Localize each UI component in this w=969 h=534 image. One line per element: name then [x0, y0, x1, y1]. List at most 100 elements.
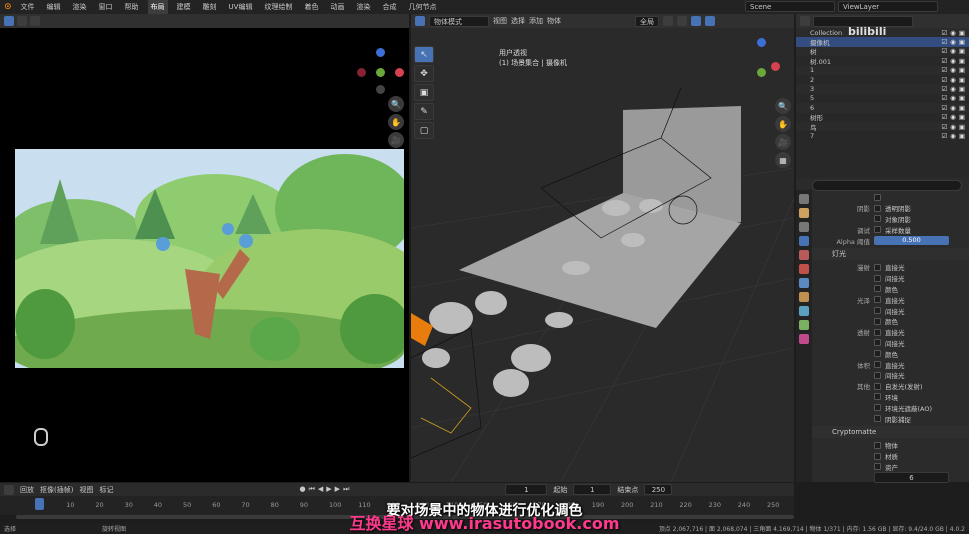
axis-x-gizmo[interactable]	[395, 68, 404, 77]
visibility-toggles[interactable]: ☑ ◉ ▣	[941, 85, 965, 93]
property-checkbox[interactable]	[874, 393, 881, 401]
tab-animation[interactable]: 动画	[327, 0, 347, 14]
property-checkbox[interactable]	[874, 441, 881, 449]
tab-sculpting[interactable]: 雕刻	[200, 0, 220, 14]
3d-viewport[interactable]: 用户透视 (1) 场景集合 | 摄像机 🔍 ✋ 🎥 ▦	[411, 28, 794, 482]
outliner-row[interactable]: 7 ☑ ◉ ▣	[796, 131, 969, 140]
visibility-toggles[interactable]: ☑ ◉ ▣	[941, 94, 965, 102]
checkbox-icon[interactable]: ☑	[941, 94, 947, 102]
axis-y-gizmo[interactable]	[376, 68, 385, 77]
zoom-icon-right[interactable]: 🔍	[775, 98, 791, 114]
property-checkbox[interactable]	[874, 204, 881, 212]
visibility-toggles[interactable]: ☑ ◉ ▣	[941, 29, 965, 37]
viewlayer-field[interactable]: ViewLayer	[838, 1, 938, 12]
property-checkbox[interactable]	[874, 215, 881, 223]
outliner-row[interactable]: 树形 ☑ ◉ ▣	[796, 113, 969, 122]
checkbox-icon[interactable]: ☑	[941, 123, 947, 131]
add-cube-tool-icon[interactable]: ▢	[414, 122, 434, 139]
menu-edit[interactable]: 编辑	[44, 0, 64, 14]
tool-tab-icon[interactable]	[799, 194, 809, 204]
menu-help[interactable]: 帮助	[122, 0, 142, 14]
property-checkbox[interactable]	[874, 361, 881, 369]
menu-render[interactable]: 渲染	[70, 0, 90, 14]
visibility-toggles[interactable]: ☑ ◉ ▣	[941, 66, 965, 74]
tab-layout[interactable]: 布局	[147, 0, 168, 14]
checkbox-icon[interactable]: ☑	[941, 66, 947, 74]
property-checkbox[interactable]	[874, 193, 881, 201]
checkbox-icon[interactable]: ☑	[941, 85, 947, 93]
move-tool-icon[interactable]: ✥	[414, 65, 434, 82]
camera-render-icon[interactable]: ▣	[959, 104, 965, 112]
scene-field[interactable]: Scene	[745, 1, 835, 12]
eye-icon[interactable]: ◉	[950, 113, 956, 121]
outliner-row[interactable]: 树 ☑ ◉ ▣	[796, 46, 969, 56]
property-checkbox[interactable]	[874, 339, 881, 347]
overlay-icon[interactable]	[691, 16, 701, 26]
timeline-menu-playback[interactable]: 回放	[20, 485, 34, 495]
camera-render-icon[interactable]: ▣	[959, 132, 965, 140]
timeline-menu-marker[interactable]: 标记	[99, 485, 113, 495]
visibility-toggles[interactable]: ☑ ◉ ▣	[941, 76, 965, 84]
transform-orientation-dropdown[interactable]: 全局	[635, 15, 659, 27]
camera-view-icon-right[interactable]: 🎥	[775, 134, 791, 150]
shading-solid-icon[interactable]	[705, 16, 715, 26]
jump-end-icon[interactable]: ⏭	[343, 485, 349, 494]
alpha-threshold-slider[interactable]: 0.500	[874, 236, 949, 246]
camera-render-icon[interactable]: ▣	[959, 94, 965, 102]
start-frame-field[interactable]: 1	[573, 484, 612, 495]
scale-tool-icon[interactable]: ▣	[414, 84, 434, 101]
scene-tab-icon[interactable]	[799, 250, 809, 260]
timeline-type-icon[interactable]	[4, 484, 14, 495]
select-box-icon[interactable]	[17, 16, 27, 26]
collection-tab-icon[interactable]	[799, 278, 809, 288]
render-tab-icon[interactable]	[799, 208, 809, 218]
tab-modeling[interactable]: 建模	[174, 0, 194, 14]
camera-render-icon[interactable]: ▣	[959, 29, 965, 37]
object-mode-dropdown[interactable]: 物体模式	[429, 15, 489, 27]
checkbox-icon[interactable]: ☑	[941, 76, 947, 84]
checkbox-icon[interactable]: ☑	[941, 47, 947, 55]
record-icon[interactable]: ●	[299, 485, 305, 494]
property-checkbox[interactable]	[874, 317, 881, 325]
prev-key-icon[interactable]: ◀	[318, 485, 323, 494]
world-tab-icon[interactable]	[799, 264, 809, 274]
menu-object[interactable]: 物体	[547, 16, 561, 26]
snap-icon[interactable]	[663, 16, 673, 26]
end-frame-field[interactable]: 250	[644, 484, 673, 495]
property-checkbox[interactable]	[874, 263, 881, 271]
outliner-row[interactable]: 3 ☑ ◉ ▣	[796, 84, 969, 94]
outliner-row[interactable]: 摄像机 ☑ ◉ ▣	[796, 37, 969, 47]
eye-icon[interactable]: ◉	[950, 104, 956, 112]
checkbox-icon[interactable]: ☑	[941, 113, 947, 121]
camera-render-icon[interactable]: ▣	[959, 85, 965, 93]
visibility-toggles[interactable]: ☑ ◉ ▣	[941, 47, 965, 55]
editor-type-icon[interactable]	[4, 16, 14, 26]
outliner-row[interactable]: 鸟 ☑ ◉ ▣	[796, 121, 969, 132]
eye-icon[interactable]: ◉	[950, 132, 956, 140]
property-checkbox[interactable]	[874, 328, 881, 336]
eye-icon[interactable]: ◉	[950, 47, 956, 55]
next-key-icon[interactable]: ▶	[335, 485, 340, 494]
axis-z-gizmo[interactable]	[376, 48, 385, 57]
axis-y-gizmo-right[interactable]	[757, 68, 766, 77]
data-tab-icon[interactable]	[799, 334, 809, 344]
select-tool-icon[interactable]: ↖	[414, 46, 434, 63]
outliner-row[interactable]: 6 ☑ ◉ ▣	[796, 103, 969, 113]
grid-view-icon[interactable]: ▦	[775, 152, 791, 168]
output-tab-icon[interactable]	[799, 222, 809, 232]
physics-tab-icon[interactable]	[799, 320, 809, 330]
timeline-menu-view[interactable]: 视图	[79, 485, 93, 495]
camera-render-icon[interactable]: ▣	[959, 123, 965, 131]
property-checkbox[interactable]	[874, 296, 881, 304]
axis-x-gizmo-right[interactable]	[771, 62, 780, 71]
panel-header[interactable]: Cryptomatte	[812, 425, 969, 438]
zoom-icon[interactable]: 🔍	[388, 96, 404, 112]
eye-icon[interactable]: ◉	[950, 57, 956, 65]
visibility-toggles[interactable]: ☑ ◉ ▣	[941, 38, 965, 46]
eye-icon[interactable]: ◉	[950, 38, 956, 46]
property-checkbox[interactable]	[874, 350, 881, 358]
axis-neg-z-gizmo[interactable]	[376, 85, 385, 94]
pan-hand-icon-right[interactable]: ✋	[775, 116, 791, 132]
menu-file[interactable]: 文件	[18, 0, 38, 14]
axis-neg-x-gizmo[interactable]	[357, 68, 366, 77]
